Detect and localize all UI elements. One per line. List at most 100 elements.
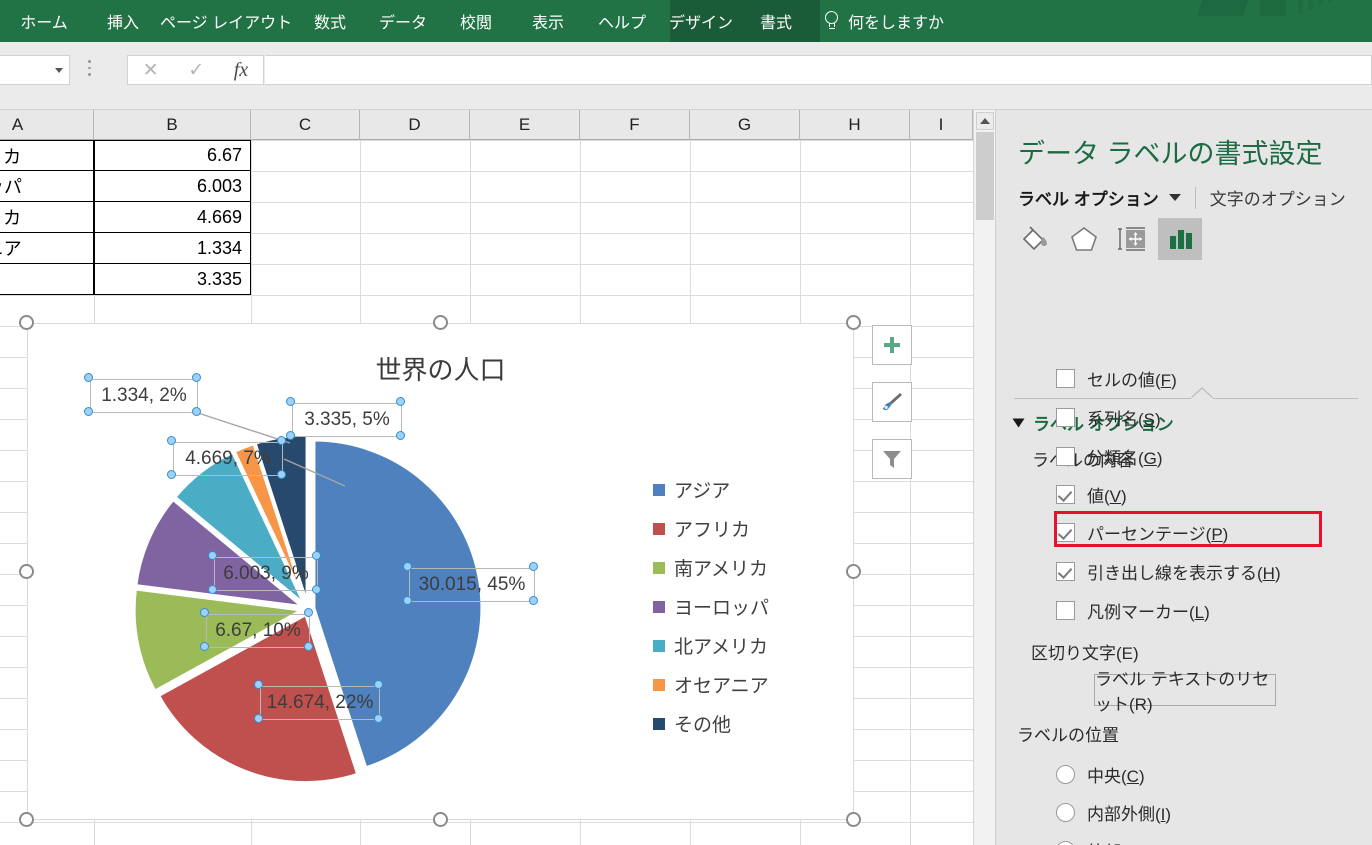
label-resize-handle[interactable] [312, 585, 321, 594]
check-icon[interactable]: ✓ [188, 61, 204, 80]
cell-b4[interactable]: 1.334 [94, 233, 251, 264]
checkbox-unchecked-icon[interactable] [1056, 369, 1075, 388]
column-header-B[interactable]: B [94, 110, 251, 140]
chart-resize-handle[interactable] [19, 812, 34, 827]
ribbon-tab-9[interactable]: 書式 [742, 0, 810, 42]
chevron-down-icon[interactable] [55, 67, 63, 73]
label-resize-handle[interactable] [208, 585, 217, 594]
column-header-C[interactable]: C [251, 110, 360, 140]
chart-resize-handle[interactable] [846, 315, 861, 330]
cell-a1[interactable]: アメリカ [0, 140, 94, 171]
label-resize-handle[interactable] [200, 642, 209, 651]
formula-input[interactable] [265, 55, 1372, 85]
radio-row-2[interactable]: 外部(O) [1056, 838, 1146, 845]
label-resize-handle[interactable] [529, 562, 538, 571]
label-resize-handle[interactable] [192, 407, 201, 416]
cell-b3[interactable]: 4.669 [94, 202, 251, 233]
chart-styles-button[interactable] [872, 382, 912, 422]
scroll-up-icon[interactable] [976, 112, 994, 130]
legend-item-1[interactable]: アフリカ [653, 509, 813, 548]
column-header-F[interactable]: F [580, 110, 690, 140]
close-icon[interactable]: ✕ [143, 61, 159, 80]
vertical-scrollbar[interactable] [973, 110, 995, 845]
checkbox-row-1[interactable]: 系列名(S) [1056, 405, 1161, 430]
label-resize-handle[interactable] [403, 596, 412, 605]
cell-a3[interactable]: アメリカ [0, 202, 94, 233]
label-resize-handle[interactable] [254, 714, 263, 723]
checkbox-row-6[interactable]: 凡例マーカー(L) [1056, 598, 1210, 623]
size-properties-icon[interactable] [1110, 218, 1154, 260]
label-resize-handle[interactable] [277, 470, 286, 479]
checkbox-row-0[interactable]: セルの値(F) [1056, 366, 1177, 391]
label-resize-handle[interactable] [312, 551, 321, 560]
cell-b1[interactable]: 6.67 [94, 140, 251, 171]
effects-pentagon-icon[interactable] [1062, 218, 1106, 260]
cell-b2[interactable]: 6.003 [94, 171, 251, 202]
label-resize-handle[interactable] [374, 680, 383, 689]
label-resize-handle[interactable] [192, 373, 201, 382]
radio-row-0[interactable]: 中央(C) [1056, 762, 1145, 787]
label-resize-handle[interactable] [200, 608, 209, 617]
ribbon-tab-7[interactable]: ヘルプ [584, 0, 660, 42]
ribbon-tab-4[interactable]: データ [366, 0, 440, 42]
legend-item-2[interactable]: 南アメリカ [653, 548, 813, 587]
cell-a4[interactable]: セアニア [0, 233, 94, 264]
radio-row-1[interactable]: 内部外側(I) [1056, 800, 1171, 825]
ribbon-tab-3[interactable]: 数式 [294, 0, 366, 42]
legend-item-0[interactable]: アジア [653, 470, 813, 509]
cell-b5[interactable]: 3.335 [94, 264, 251, 295]
ribbon-tab-0[interactable]: ホーム [0, 0, 88, 42]
label-resize-handle[interactable] [396, 397, 405, 406]
tell-me-box[interactable]: 何をしますか [810, 9, 944, 33]
checkbox-unchecked-icon[interactable] [1056, 447, 1075, 466]
legend-item-6[interactable]: その他 [653, 704, 813, 743]
column-header-A[interactable]: A [0, 110, 94, 140]
tab-label-options[interactable]: ラベル オプション [1018, 185, 1159, 210]
legend-item-5[interactable]: オセアニア [653, 665, 813, 704]
label-resize-handle[interactable] [84, 407, 93, 416]
radio-button-icon[interactable] [1056, 765, 1075, 784]
column-header-D[interactable]: D [360, 110, 470, 140]
checkbox-unchecked-icon[interactable] [1056, 408, 1075, 427]
label-resize-handle[interactable] [167, 436, 176, 445]
label-options-chart-icon[interactable] [1158, 218, 1202, 260]
checkbox-checked-icon[interactable] [1056, 562, 1075, 581]
ribbon-tab-2[interactable]: ページ レイアウト [158, 0, 294, 42]
column-header-G[interactable]: G [690, 110, 800, 140]
label-resize-handle[interactable] [286, 431, 295, 440]
data-label-1[interactable]: 14.674, 22% [260, 686, 380, 720]
chart-resize-handle[interactable] [19, 563, 34, 579]
chart-filters-button[interactable] [872, 439, 912, 479]
ribbon-tab-5[interactable]: 校閲 [440, 0, 512, 42]
label-resize-handle[interactable] [304, 608, 313, 617]
legend-item-4[interactable]: 北アメリカ [653, 626, 813, 665]
label-resize-handle[interactable] [254, 680, 263, 689]
chart-resize-handle[interactable] [432, 315, 448, 330]
ribbon-tab-8[interactable]: デザイン [660, 0, 742, 42]
data-label-4[interactable]: 4.669, 7% [173, 442, 283, 476]
formula-bar-grip[interactable] [88, 60, 92, 80]
legend-item-3[interactable]: ヨーロッパ [653, 587, 813, 626]
checkbox-row-3[interactable]: 値(V) [1056, 482, 1127, 507]
column-header-E[interactable]: E [470, 110, 580, 140]
label-resize-handle[interactable] [304, 642, 313, 651]
label-resize-handle[interactable] [277, 436, 286, 445]
data-label-2[interactable]: 6.67, 10% [206, 614, 310, 648]
checkbox-unchecked-icon[interactable] [1056, 601, 1075, 620]
chevron-down-icon[interactable] [1168, 194, 1181, 201]
data-label-6[interactable]: 3.335, 5% [292, 403, 402, 437]
ribbon-tab-1[interactable]: 挿入 [88, 0, 158, 42]
chart-resize-handle[interactable] [846, 812, 861, 827]
collapse-triangle-icon[interactable] [1012, 418, 1025, 427]
data-label-0[interactable]: 30.015, 45% [409, 568, 535, 602]
radio-button-icon[interactable] [1056, 803, 1075, 822]
label-resize-handle[interactable] [208, 551, 217, 560]
checkbox-checked-icon[interactable] [1056, 485, 1075, 504]
reset-label-text-button[interactable]: ラベル テキストのリセット(R) [1094, 670, 1276, 714]
column-header-I[interactable]: I [910, 110, 973, 140]
label-resize-handle[interactable] [84, 373, 93, 382]
label-resize-handle[interactable] [403, 562, 412, 571]
cell-a2[interactable]: ーロッパ [0, 171, 94, 202]
fill-icon[interactable] [1014, 218, 1058, 260]
label-resize-handle[interactable] [374, 714, 383, 723]
